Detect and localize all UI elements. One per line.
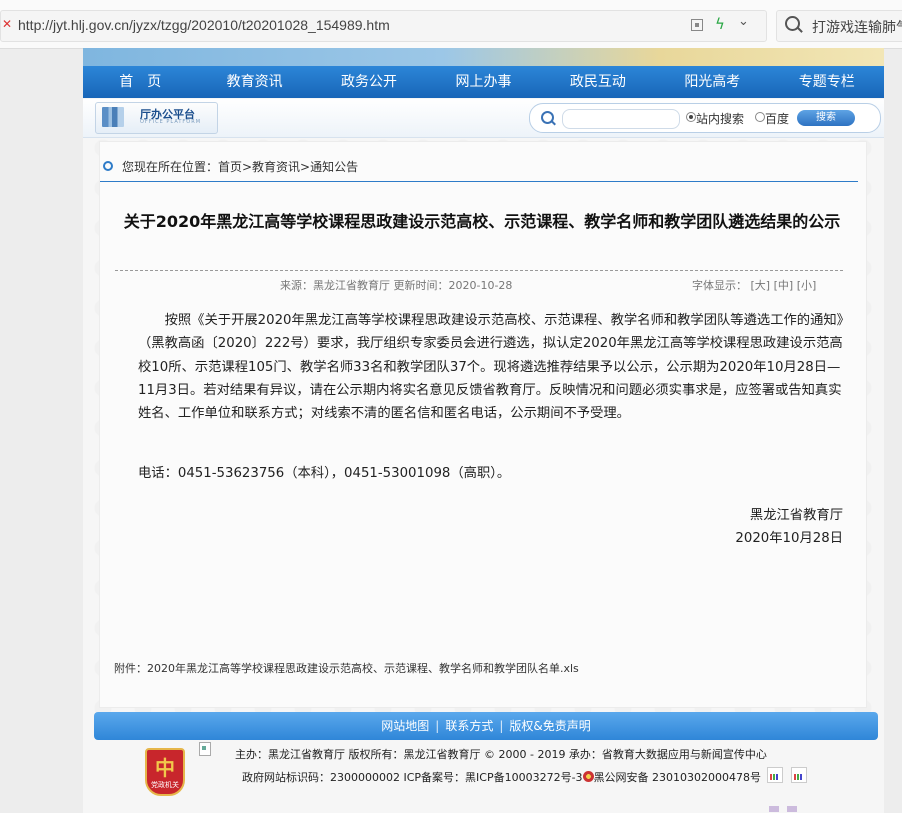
font-small-button[interactable]: [小] xyxy=(797,279,817,292)
badge-text: 党政机关 xyxy=(151,781,179,789)
footer-line-sponsor: 主办：黑龙江省教育厅 版权所有：黑龙江省教育厅 © 2000 - 2019 承办… xyxy=(235,748,767,761)
site-search: 站内搜索 百度 搜索 xyxy=(529,103,881,133)
nav-item-government-affairs[interactable]: 政务公开 xyxy=(312,66,426,98)
bolt-icon[interactable]: ϟ xyxy=(715,15,725,33)
breadcrumb-text[interactable]: 您现在所在位置：首页>教育资讯>通知公告 xyxy=(122,158,358,175)
footer-icp-text: 政府网站标识码：2300000002 ICP备案号：黑ICP备10003272号… xyxy=(242,771,583,784)
search-button[interactable]: 搜索 xyxy=(797,110,855,126)
attachment-link[interactable]: 2020年黑龙江高等学校课程思政建设示范高校、示范课程、教学名师和教学团队名单.… xyxy=(147,662,579,675)
chevron-down-icon[interactable]: ⌄ xyxy=(738,14,749,29)
attachment: 附件：2020年黑龙江高等学校课程思政建设示范高校、示范课程、教学名师和教学团队… xyxy=(114,660,579,676)
browser-search-box[interactable]: 打游戏连输肺气 xyxy=(776,10,902,42)
platform-row: 厅办公平台 OFFICE PLATFORM 站内搜索 百度 搜索 xyxy=(83,99,884,138)
office-platform-link[interactable]: 厅办公平台 OFFICE PLATFORM xyxy=(95,102,218,134)
signature-date: 2020年10月28日 xyxy=(735,531,843,546)
article-body: 按照《关于开展2020年黑龙江高等学校课程思政建设示范高校、示范课程、教学名师和… xyxy=(138,309,844,425)
close-icon[interactable]: ✕ xyxy=(2,17,12,31)
footer-link-sitemap[interactable]: 网站地图 xyxy=(381,719,429,733)
stats-icon[interactable] xyxy=(767,767,783,783)
separator: | xyxy=(435,719,440,733)
radio-baidu[interactable] xyxy=(755,112,765,122)
footer-info: 中 党政机关 主办：黑龙江省教育厅 版权所有：黑龙江省教育厅 © 2000 - … xyxy=(83,740,884,813)
browser-search-text[interactable]: 打游戏连输肺气 xyxy=(812,17,902,37)
divider xyxy=(115,270,843,271)
nav-item-college-admission[interactable]: 阳光高考 xyxy=(655,66,769,98)
article-meta: 来源：黑龙江省教育厅 更新时间：2020-10-28 xyxy=(280,279,513,292)
search-icon[interactable] xyxy=(785,16,800,31)
stats-icon[interactable] xyxy=(791,767,807,783)
radio-site-search[interactable] xyxy=(686,112,696,122)
attachment-label: 附件： xyxy=(114,662,147,675)
broken-image-icon xyxy=(199,742,211,756)
font-size-label: 字体显示： xyxy=(692,279,747,292)
site-search-input[interactable] xyxy=(562,109,680,129)
nav-item-special-topics[interactable]: 专题专栏 xyxy=(770,66,884,98)
article-card: 您现在所在位置：首页>教育资讯>通知公告 关于2020年黑龙江高等学校课程思政建… xyxy=(99,141,867,708)
gov-badge-icon[interactable]: 中 党政机关 xyxy=(145,748,185,796)
browser-toolbar: ✕ http://jyt.hlj.gov.cn/jyzx/tzgg/202010… xyxy=(0,0,902,49)
stats-icon xyxy=(787,806,797,812)
font-size-controls: 字体显示： [大] [中] [小] xyxy=(692,277,816,293)
stats-icon xyxy=(769,806,779,812)
footer-links: 网站地图 | 联系方式 | 版权&免责声明 xyxy=(94,712,878,740)
nav-item-online-services[interactable]: 网上办事 xyxy=(426,66,540,98)
url-text[interactable]: http://jyt.hlj.gov.cn/jyzx/tzgg/202010/t… xyxy=(18,17,390,33)
building-icon xyxy=(102,107,124,127)
nav-item-home[interactable]: 首 页 xyxy=(83,66,197,98)
separator: | xyxy=(499,719,504,733)
footer-line-icp: 政府网站标识码：2300000002 ICP备案号：黑ICP备10003272号… xyxy=(242,769,761,785)
qr-code-icon[interactable] xyxy=(691,19,703,31)
nav-item-interaction[interactable]: 政民互动 xyxy=(541,66,655,98)
footer-link-contact[interactable]: 联系方式 xyxy=(445,719,493,733)
badge-glyph: 中 xyxy=(155,756,175,780)
footer-link-copyright[interactable]: 版权&免责声明 xyxy=(509,719,590,733)
header-banner xyxy=(83,48,884,66)
footer-police-text: 黑公网安备 23010302000478号 xyxy=(593,771,762,784)
signature-org: 黑龙江省教育厅 xyxy=(749,508,843,523)
font-large-button[interactable]: [大] xyxy=(751,279,771,292)
radio-site-search-label[interactable]: 站内搜索 xyxy=(696,110,744,127)
address-bar[interactable]: ✕ http://jyt.hlj.gov.cn/jyzx/tzgg/202010… xyxy=(0,10,767,42)
search-icon xyxy=(541,111,554,124)
main-nav: 首 页 教育资讯 政务公开 网上办事 政民互动 阳光高考 专题专栏 xyxy=(83,66,884,98)
breadcrumb: 您现在所在位置：首页>教育资讯>通知公告 xyxy=(100,155,858,182)
nav-item-education-news[interactable]: 教育资讯 xyxy=(197,66,311,98)
bullet-icon xyxy=(103,161,113,171)
radio-baidu-label[interactable]: 百度 xyxy=(765,110,789,127)
platform-subtitle: OFFICE PLATFORM xyxy=(140,119,202,125)
police-badge-icon xyxy=(582,771,594,782)
article-paragraph: 按照《关于开展2020年黑龙江高等学校课程思政建设示范高校、示范课程、教学名师和… xyxy=(138,313,844,422)
article-title: 关于2020年黑龙江高等学校课程思政建设示范高校、示范课程、教学名师和教学团队遴… xyxy=(123,212,841,231)
contact-phone: 电话：0451-53623756（本科），0451-53001098（高职）。 xyxy=(138,466,511,481)
font-medium-button[interactable]: [中] xyxy=(774,279,794,292)
